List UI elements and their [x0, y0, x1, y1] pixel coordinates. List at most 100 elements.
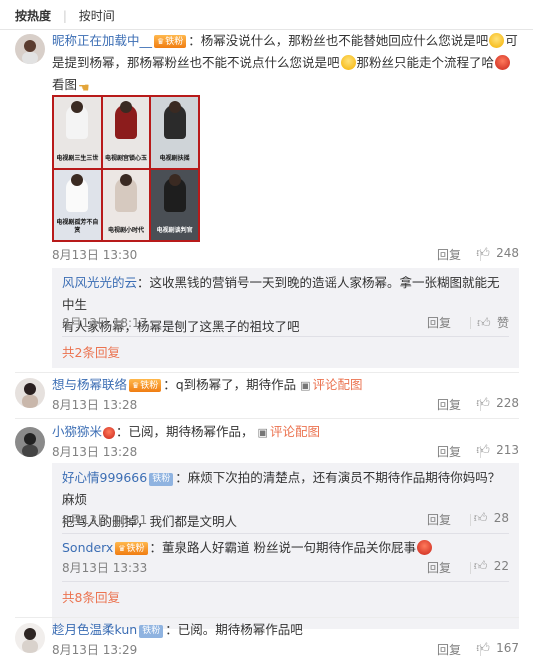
iron-fan-badge[interactable]: 铁粉	[139, 625, 164, 638]
like-count: 赞	[496, 316, 509, 330]
like-count: 28	[493, 511, 509, 525]
reply-username[interactable]: Sonderx	[62, 540, 113, 555]
comment-text: 想与杨幂联络铁粉：q到杨幂了，期待作品评论配图	[52, 374, 519, 397]
comment-text: 小猕猕米 ：已阅，期待杨幂作品， 评论配图	[52, 421, 519, 444]
grid-caption: 电视剧小时代	[107, 227, 144, 234]
like-count: 22	[493, 559, 509, 573]
meta-divider	[470, 514, 471, 526]
comment-body-3: 那粉丝只能走个流程了哈	[356, 55, 495, 70]
comment-meta: 8月13日 13:30 回复 👍︎ 248	[52, 246, 519, 264]
like-button[interactable]: 👍︎ 22	[474, 559, 509, 574]
reply-button[interactable]: 回复	[437, 246, 461, 263]
rage-emoji-icon	[417, 540, 433, 555]
iron-fan-badge[interactable]: 铁粉	[149, 473, 174, 486]
reply-box: 好心情999666 铁粉 ：麻烦下次拍的清楚点，还有演员不期待作品期待你妈吗？麻烦 …	[52, 463, 519, 629]
comment-meta: 8月13日 13:29 回复 👍︎ 167	[52, 641, 519, 659]
comment-body: ：q到杨幂了，期待作品	[163, 377, 297, 392]
comment-divider	[15, 372, 519, 373]
comment-date: 8月13日 13:28	[52, 398, 138, 412]
reply-button[interactable]: 回复	[437, 641, 461, 658]
more-replies-link[interactable]: 共8条回复	[62, 587, 120, 606]
thumb-up-icon: 👍︎	[476, 641, 490, 656]
comment-body: ：杨幂没说什么，那粉丝也不能替她回应什么您说是吧	[188, 33, 489, 48]
fan-badge[interactable]: 铁粉	[129, 379, 162, 392]
reply-date: 8月13日 18:17	[62, 316, 148, 330]
reply-button[interactable]: 回复	[437, 443, 461, 460]
reply-date: 8月13日 13:31	[62, 513, 148, 527]
comment-meta: 8月13日 13:28 回复 👍︎ 213	[52, 443, 519, 461]
meta-divider	[470, 562, 471, 574]
like-button[interactable]: 👍︎ 248	[476, 246, 519, 261]
comment-username[interactable]: 小猕猕米	[52, 424, 102, 439]
comment-body: ：已阅。期待杨幂作品吧	[165, 622, 303, 637]
like-button[interactable]: 👍︎ 228	[476, 396, 519, 411]
grid-caption: 电视剧宫锁心玉	[104, 154, 147, 162]
comment-username[interactable]: 趁月色温柔kun	[52, 622, 137, 637]
like-count: 248	[496, 246, 519, 260]
fan-badge[interactable]: 铁粉	[154, 35, 187, 48]
reply-body: ：董泉路人好霸道 粉丝说一句期待作品关你屁事	[149, 540, 417, 555]
sort-by-time-tab[interactable]: 按时间	[79, 9, 115, 23]
reply-username[interactable]: 好心情999666	[62, 470, 147, 485]
reply-meta: 8月13日 13:31 回复 👍︎ 28	[62, 511, 509, 529]
like-button[interactable]: 👍︎ 28	[474, 511, 509, 526]
like-button[interactable]: 👍︎ 167	[476, 641, 519, 656]
grid-image[interactable]: 电视剧三生三世	[54, 97, 101, 168]
avatar[interactable]	[15, 623, 45, 653]
grid-image[interactable]: 电视剧孤芳不自赏	[54, 169, 101, 240]
reply-text: Sonderx铁粉：董泉路人好霸道 粉丝说一句期待作品关你屁事	[62, 537, 509, 559]
reply-divider	[62, 336, 509, 337]
thumb-up-icon: 👍︎	[476, 316, 491, 331]
comment-image-link[interactable]: 评论配图	[300, 377, 362, 392]
avatar[interactable]	[15, 427, 45, 457]
laugh-emoji-icon	[489, 33, 505, 48]
comment-body: ：已阅，期待杨幂作品，	[116, 424, 254, 439]
grid-caption: 电视剧孤芳不自赏	[56, 219, 99, 234]
avatar[interactable]	[15, 378, 45, 408]
comment-date: 8月13日 13:29	[52, 643, 138, 657]
comment-image-link[interactable]: 评论配图	[258, 424, 320, 439]
grid-image[interactable]: 电视剧宫锁心玉	[102, 97, 150, 168]
like-count: 228	[496, 396, 519, 410]
reply-divider	[62, 533, 509, 534]
comment-date: 8月13日 13:30	[52, 248, 138, 262]
laugh-emoji-icon	[340, 55, 356, 70]
more-replies-link[interactable]: 共2条回复	[62, 342, 120, 361]
reply-button[interactable]: 回复	[427, 511, 451, 528]
comment-username[interactable]: 昵称正在加载中__	[52, 33, 152, 48]
comment-body-4: 看图	[52, 77, 78, 92]
thumb-up-icon: 👍︎	[476, 246, 490, 261]
comment-divider	[15, 617, 519, 618]
sort-bar: 按热度 | 按时间	[0, 0, 533, 30]
avatar[interactable]	[15, 34, 45, 64]
comment-divider	[15, 418, 519, 419]
like-count: 213	[496, 443, 519, 457]
grid-image[interactable]: 电视剧扶摇	[151, 97, 198, 168]
thumb-up-icon: 👍︎	[473, 559, 488, 574]
reply-divider	[62, 581, 509, 582]
reply-date: 8月13日 13:33	[62, 561, 148, 575]
comment-image-grid[interactable]: 电视剧三生三世 电视剧宫锁心玉 电视剧扶摇 电视剧孤芳不自赏 电视剧小时代 电视…	[52, 95, 200, 242]
meta-divider	[470, 317, 471, 329]
reply-username[interactable]: 风风光光的云	[62, 275, 137, 290]
reply-button[interactable]: 回复	[427, 314, 451, 331]
comment-username[interactable]: 想与杨幂联络	[52, 377, 127, 392]
like-count: 167	[496, 641, 519, 655]
like-button[interactable]: 👍︎ 赞	[477, 314, 509, 331]
reply-meta: 8月13日 13:33 回复 👍︎ 22	[62, 559, 509, 577]
rage-emoji-icon	[103, 427, 116, 439]
reply-button[interactable]: 回复	[437, 396, 461, 413]
reply-meta: 8月13日 18:17 回复 👍︎ 赞	[62, 314, 509, 332]
sort-by-hot-tab[interactable]: 按热度	[15, 9, 51, 23]
comment-text: 趁月色温柔kun 铁粉 ：已阅。期待杨幂作品吧	[52, 619, 519, 641]
rage-emoji-icon	[495, 55, 511, 70]
thumb-up-icon: 👍︎	[473, 511, 488, 526]
comment-meta: 8月13日 13:28 回复 👍︎ 228	[52, 396, 519, 414]
grid-image[interactable]: 电视剧谈判官	[151, 169, 198, 240]
grid-caption: 电视剧谈判官	[156, 227, 193, 234]
reply-button[interactable]: 回复	[427, 559, 451, 576]
sort-separator: |	[62, 9, 67, 23]
grid-image[interactable]: 电视剧小时代	[102, 169, 150, 240]
fan-badge[interactable]: 铁粉	[115, 542, 148, 555]
like-button[interactable]: 👍︎ 213	[476, 443, 519, 458]
